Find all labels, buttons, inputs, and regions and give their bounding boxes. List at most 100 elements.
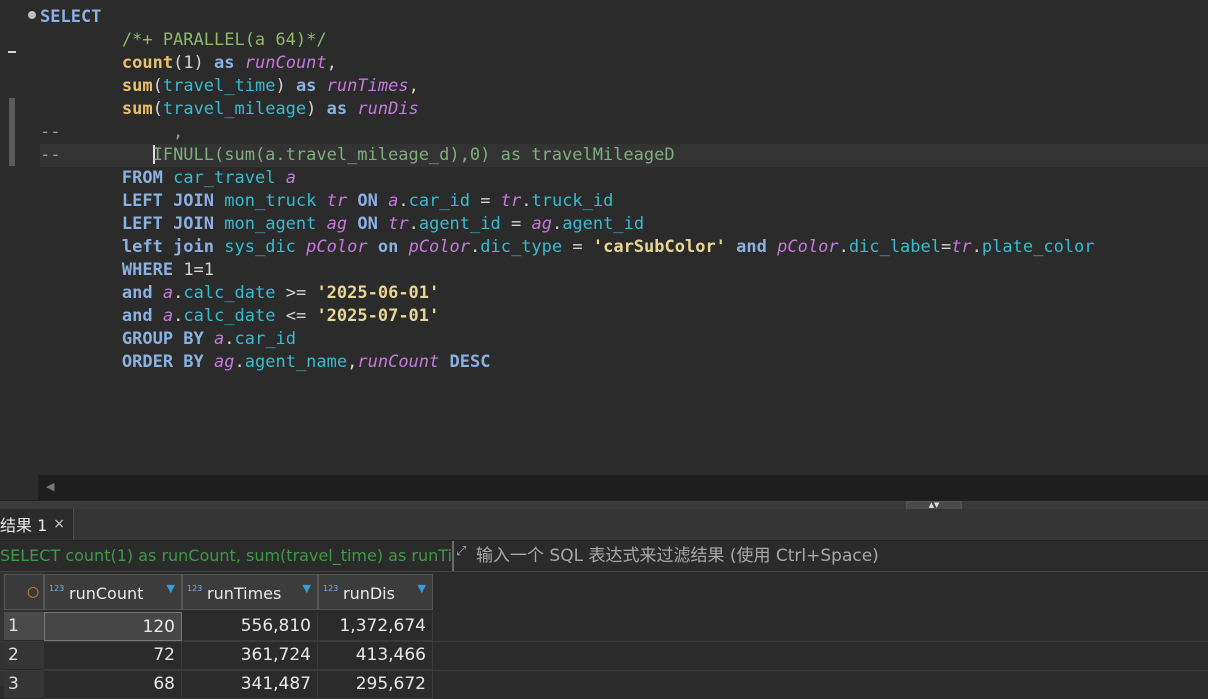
scroll-left-icon[interactable]: ◀ <box>46 480 54 493</box>
code-token: and <box>121 306 153 326</box>
column-header-rundis[interactable]: 123 runDis ▼ <box>318 574 433 610</box>
code-line[interactable]: left join sys_dic pColor on pColor.dic_t… <box>40 236 1208 259</box>
code-line[interactable]: and a.calc_date <= '2025-07-01' <box>40 305 1208 328</box>
sql-editor[interactable]: SELECT /*+ PARALLEL(a 64)*/ count(1) as … <box>0 0 1208 500</box>
column-name: runCount <box>69 584 144 603</box>
code-line[interactable]: LEFT JOIN mon_truck tr ON a.car_id = tr.… <box>40 190 1208 213</box>
code-token: . <box>551 214 563 234</box>
table-cell[interactable]: 413,466 <box>318 641 433 670</box>
code-line[interactable]: sum(travel_time) as runTimes, <box>40 75 1208 98</box>
code-token: runDis <box>357 99 419 119</box>
code-token: runTimes <box>326 76 409 96</box>
code-token: and <box>121 283 153 303</box>
numeric-type-icon: 123 <box>323 584 339 593</box>
code-line[interactable]: -- , <box>40 121 1208 144</box>
table-cell[interactable]: 341,487 <box>182 670 318 699</box>
code-line[interactable]: WHERE 1=1 <box>40 259 1208 282</box>
code-line[interactable]: GROUP BY a.car_id <box>40 328 1208 351</box>
grid-corner[interactable]: ○ <box>4 574 44 610</box>
sort-down-icon[interactable]: ▼ <box>418 582 426 595</box>
tab-results-1[interactable]: 结果 1 × <box>0 509 75 539</box>
code-line[interactable]: sum(travel_mileage) as runDis <box>40 98 1208 121</box>
code-token: ON <box>357 214 378 234</box>
table-cell[interactable]: 68 <box>44 670 182 699</box>
code-token: , <box>326 53 337 73</box>
horizontal-scrollbar[interactable]: ◀ <box>38 475 1208 500</box>
row-number[interactable]: 2 <box>4 641 44 670</box>
code-token: ag <box>214 352 235 372</box>
code-line[interactable]: -- IFNULL(sum(a.travel_mileage_d),0) as … <box>40 144 1208 167</box>
code-token: , <box>347 352 358 372</box>
table-cell[interactable]: 295,672 <box>318 670 433 699</box>
code-line[interactable]: and a.calc_date >= '2025-06-01' <box>40 282 1208 305</box>
code-token: car_id <box>408 191 471 211</box>
expand-icon[interactable]: ⤢ <box>456 544 466 559</box>
code-token: pColor <box>306 237 368 257</box>
code-token: tr <box>326 191 348 211</box>
close-icon[interactable]: × <box>53 516 65 532</box>
code-token: = <box>470 191 501 211</box>
editor-gutter <box>0 0 38 500</box>
table-cell[interactable]: 120 <box>44 612 182 641</box>
code-line[interactable]: count(1) as runCount, <box>40 52 1208 75</box>
code-token: LEFT JOIN <box>121 191 215 211</box>
code-token: LEFT JOIN <box>121 214 215 234</box>
code-token: . <box>408 214 419 234</box>
row-number[interactable]: 1 <box>4 612 44 641</box>
code-token: mon_agent <box>224 214 317 234</box>
code-line[interactable]: FROM car_travel a <box>40 167 1208 190</box>
table-cell[interactable]: 361,724 <box>182 641 318 670</box>
filter-input[interactable]: 输入一个 SQL 表达式来过滤结果 (使用 Ctrl+Space) <box>476 541 879 571</box>
fold-circle-icon[interactable] <box>28 11 36 19</box>
code-token: tr <box>500 191 522 211</box>
table-row[interactable]: 2 72 361,724 413,466 <box>4 641 1208 670</box>
code-token: ) <box>275 76 296 96</box>
code-token: DESC <box>449 352 491 372</box>
code-token: truck_id <box>531 191 614 211</box>
code-token: as <box>295 76 317 96</box>
column-header-runtimes[interactable]: 123 runTimes ▼ <box>182 574 318 610</box>
code-token: WHERE <box>121 260 174 280</box>
results-grid[interactable]: ○ 123 runCount ▼ 123 runTimes ▼ 123 runD… <box>0 572 1208 699</box>
code-token: . <box>398 191 409 211</box>
table-cell[interactable]: 556,810 <box>182 612 318 641</box>
code-token: agent_name <box>244 352 348 372</box>
sort-down-icon[interactable]: ▼ <box>303 582 311 595</box>
code-token: left join <box>121 237 215 257</box>
code-token: a <box>162 306 174 326</box>
table-row[interactable]: 3 68 341,487 295,672 <box>4 670 1208 699</box>
code-token: runCount <box>244 53 327 73</box>
table-row[interactable]: 1 120 556,810 1,372,674 <box>4 612 1208 641</box>
column-name: runDis <box>343 584 395 603</box>
code-token: ( <box>152 99 163 119</box>
code-line[interactable]: ORDER BY ag.agent_name,runCount DESC <box>40 351 1208 374</box>
code-line[interactable]: SELECT <box>40 6 1208 29</box>
code-token: a <box>162 283 174 303</box>
code-area[interactable]: SELECT /*+ PARALLEL(a 64)*/ count(1) as … <box>40 6 1208 374</box>
row-number[interactable]: 3 <box>4 670 44 699</box>
sort-down-icon[interactable]: ▼ <box>167 582 175 595</box>
table-cell[interactable]: 72 <box>44 641 182 670</box>
numeric-type-icon: 123 <box>187 584 203 593</box>
column-header-runcount[interactable]: 123 runCount ▼ <box>44 574 182 610</box>
code-token: travel_mileage <box>162 99 307 119</box>
code-token: ( <box>152 76 163 96</box>
code-line[interactable]: LEFT JOIN mon_agent ag ON tr.agent_id = … <box>40 213 1208 236</box>
table-cell[interactable]: 1,372,674 <box>318 612 433 641</box>
row-number-icon: ○ <box>27 584 40 600</box>
code-token: count <box>121 53 174 73</box>
code-token: . <box>521 191 532 211</box>
code-line[interactable]: /*+ PARALLEL(a 64)*/ <box>40 29 1208 52</box>
